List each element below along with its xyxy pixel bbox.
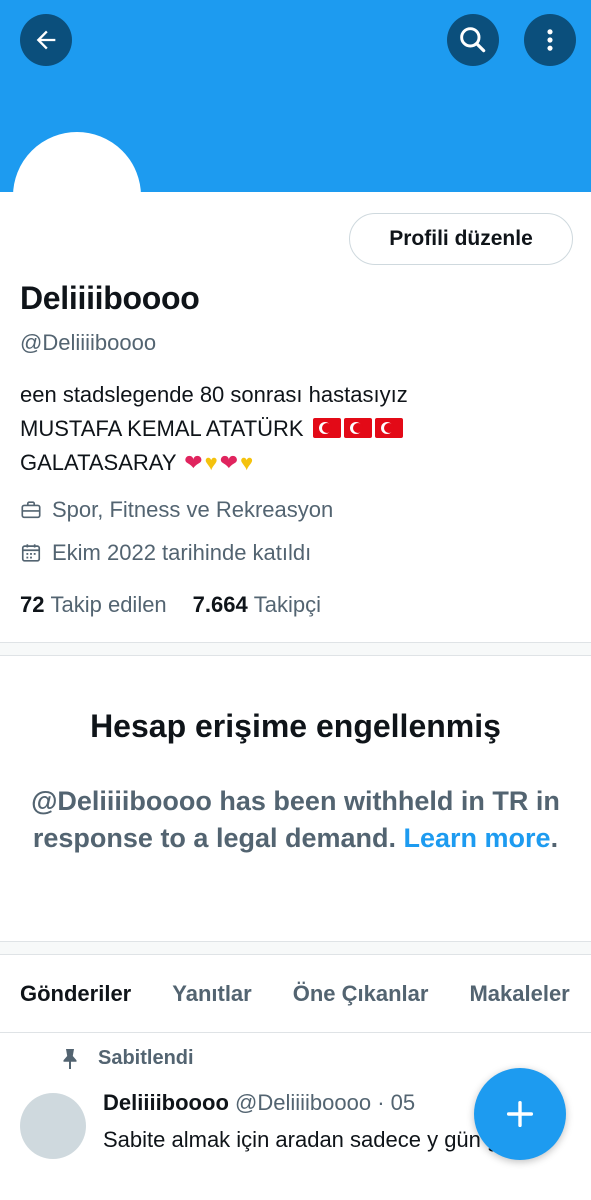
plus-icon (506, 1100, 534, 1128)
bio-line-1: een stadslegende 80 sonrası hastasıyız (20, 382, 408, 407)
post-author[interactable]: Deliiiiboooo (103, 1090, 229, 1115)
withheld-message: @Deliiiiboooo has been withheld in TR in… (20, 783, 571, 857)
tab-highlights[interactable]: Öne Çıkanlar (293, 955, 429, 1033)
post-handle-date: @Deliiiiboooo · 05 (235, 1090, 416, 1115)
pin-icon (63, 1048, 77, 1069)
bio-line-3: GALATASARAY ❤♥❤♥ (20, 446, 580, 480)
learn-more-link[interactable]: Learn more (404, 823, 551, 853)
search-icon (460, 27, 486, 53)
red-heart-icon: ❤ (184, 450, 203, 475)
following-label: Takip edilen (50, 592, 167, 617)
yellow-heart-icon: ♥ (240, 450, 254, 475)
red-heart-icon: ❤ (219, 450, 239, 475)
profile-bio: een stadslegende 80 sonrası hastasıyız M… (20, 378, 580, 480)
turkey-flag-icon (374, 418, 403, 438)
post-avatar[interactable] (20, 1093, 86, 1159)
section-divider (0, 655, 591, 656)
followers-label: Takipçi (253, 592, 321, 617)
follow-stats: 72 Takip edilen 7.664 Takipçi (20, 592, 321, 618)
bio-line-3-text: GALATASARAY (20, 450, 177, 475)
arrow-left-icon (36, 30, 56, 50)
withheld-period: . (550, 823, 559, 853)
post-header: Deliiiiboooo @Deliiiiboooo · 05 (103, 1090, 415, 1116)
turkey-flag-icon (343, 418, 372, 438)
back-button[interactable] (20, 14, 72, 66)
profile-handle: @Deliiiiboooo (20, 330, 157, 355)
bio-line-2: MUSTAFA KEMAL ATATÜRK (20, 412, 580, 446)
section-gap (0, 942, 591, 954)
profile-avatar[interactable] (13, 132, 141, 260)
join-date-text: Ekim 2022 tarihinde katıldı (52, 540, 312, 565)
section-gap (0, 643, 591, 655)
search-button[interactable] (447, 14, 499, 66)
tab-replies[interactable]: Yanıtlar (172, 955, 251, 1033)
bio-line-2-text: MUSTAFA KEMAL ATATÜRK (20, 416, 304, 441)
followers-count: 7.664 (192, 592, 248, 617)
yellow-heart-icon: ♥ (204, 450, 218, 475)
tabs-divider (0, 1032, 591, 1033)
tab-articles[interactable]: Makaleler (469, 955, 569, 1033)
withheld-title: Hesap erişime engellenmiş (90, 708, 501, 744)
pinned-indicator: Sabitlendi (60, 1047, 194, 1070)
following-link[interactable]: 72 Takip edilen (20, 592, 167, 618)
tab-posts[interactable]: Gönderiler (20, 955, 131, 1033)
turkey-flag-icon (312, 418, 341, 438)
pinned-label: Sabitlendi (98, 1047, 194, 1069)
category-text: Spor, Fitness ve Rekreasyon (52, 497, 334, 522)
more-vertical-icon (547, 29, 553, 51)
edit-profile-button[interactable]: Profili düzenle (349, 213, 573, 265)
profile-tabs: Gönderiler Yanıtlar Öne Çıkanlar Makalel… (0, 955, 591, 1033)
profile-category: Spor, Fitness ve Rekreasyon (20, 497, 333, 523)
followers-link[interactable]: 7.664 Takipçi (193, 592, 321, 618)
more-button[interactable] (524, 14, 576, 66)
compose-button[interactable] (474, 1068, 566, 1160)
briefcase-icon (21, 501, 41, 519)
calendar-icon (21, 544, 41, 562)
following-count: 72 (20, 592, 45, 617)
profile-join-date: Ekim 2022 tarihinde katıldı (20, 540, 311, 566)
profile-name: Deliiiiboooo (20, 280, 200, 316)
